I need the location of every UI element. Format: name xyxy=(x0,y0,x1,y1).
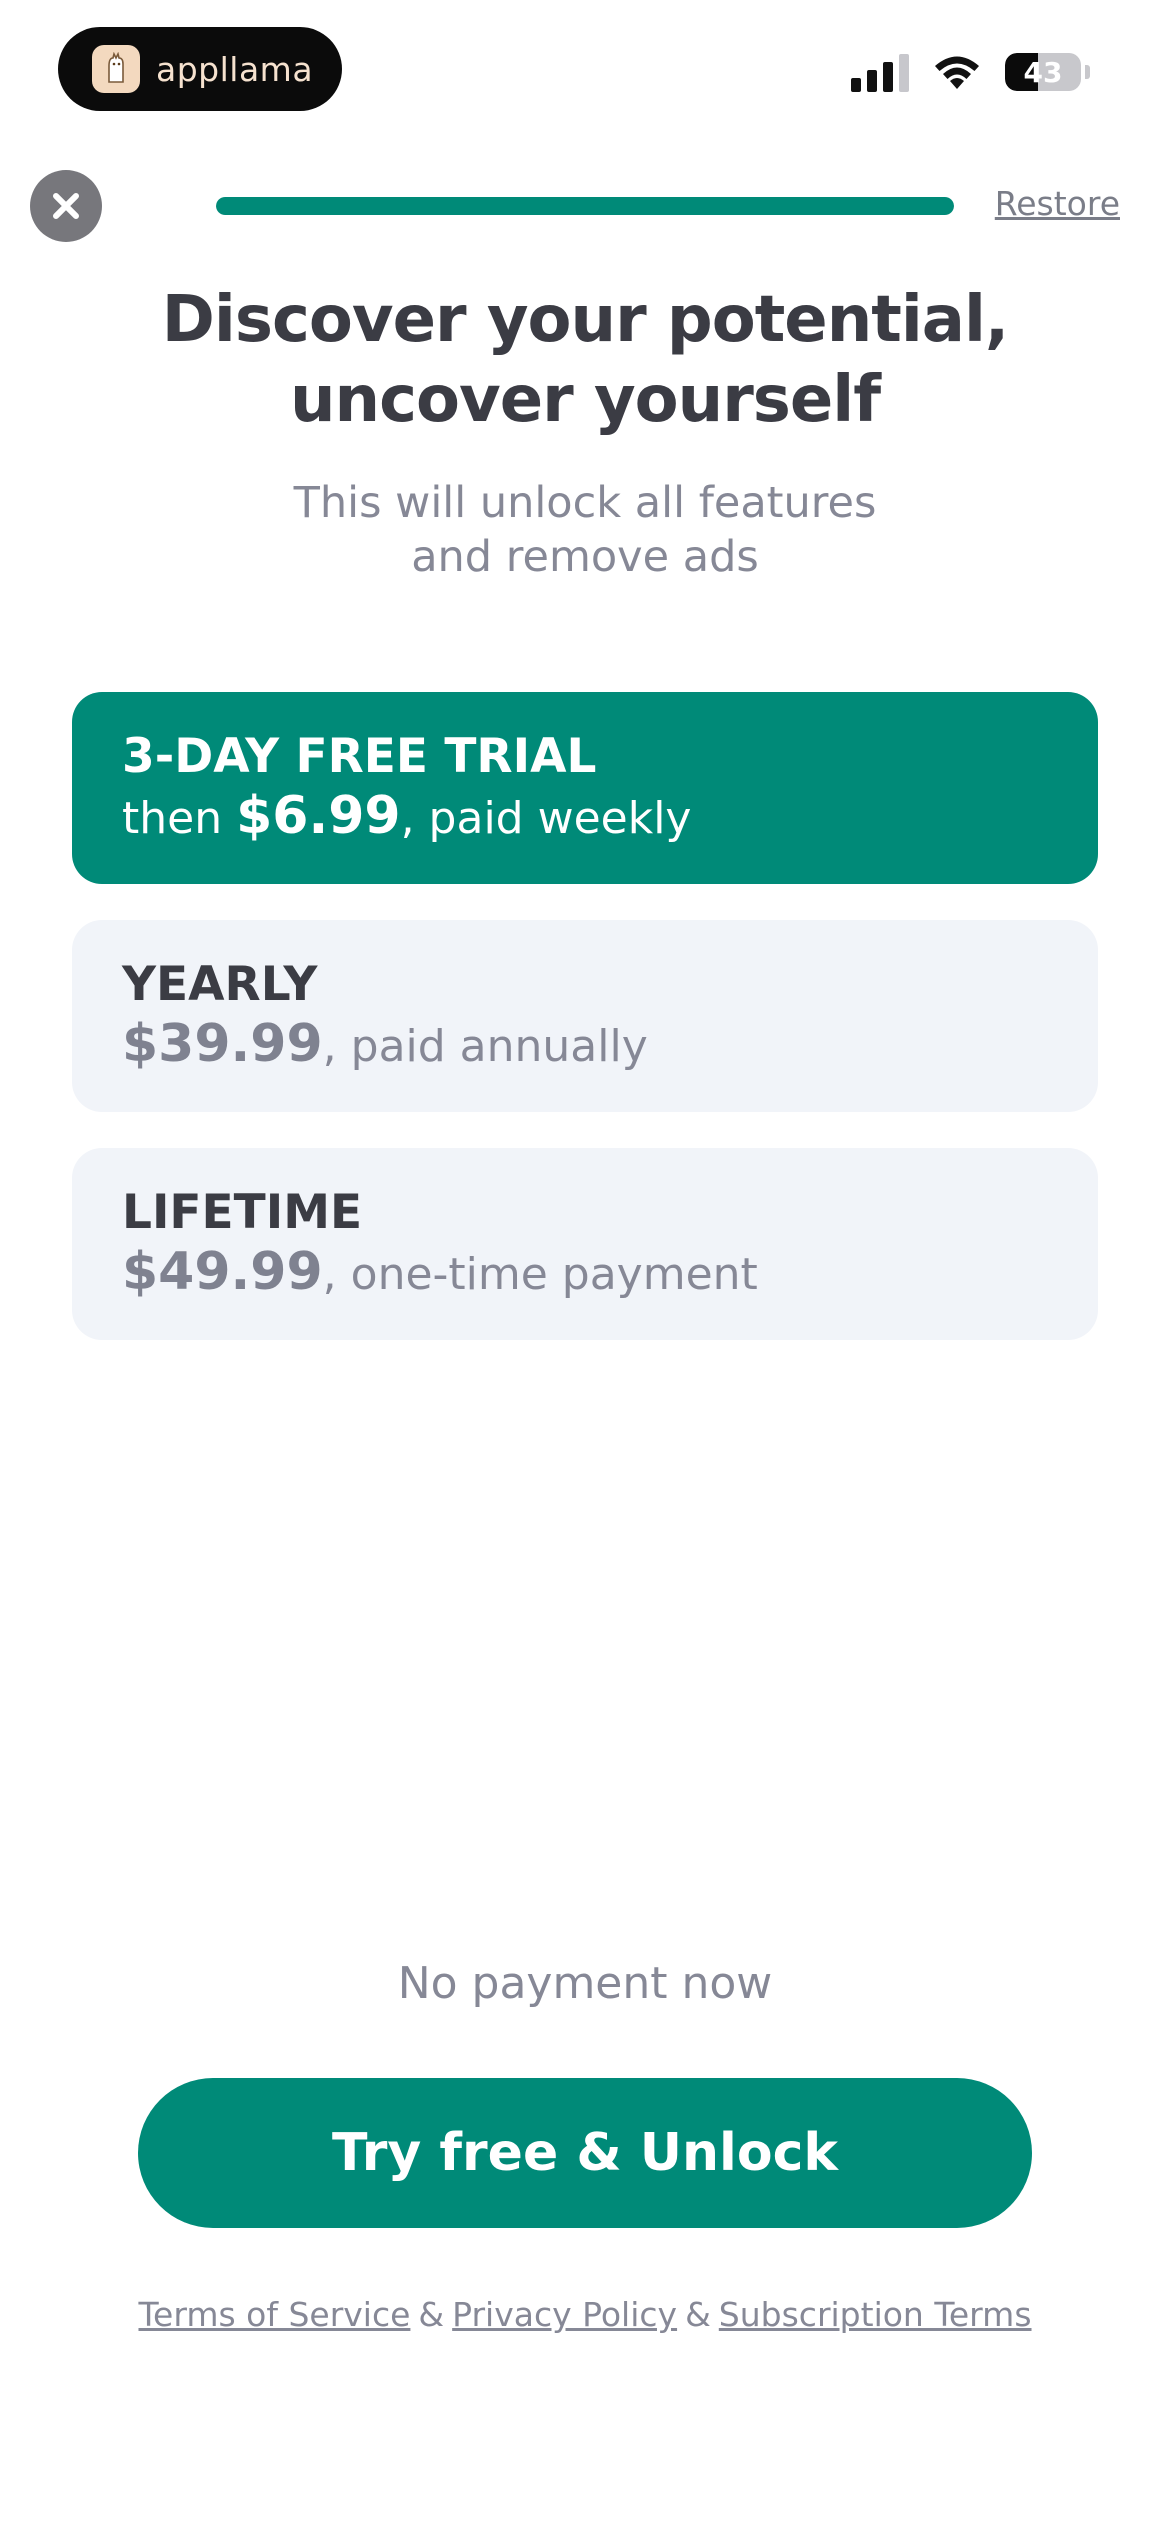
plan-price-line: then $6.99, paid weekly xyxy=(122,786,1098,849)
restore-link[interactable]: Restore xyxy=(995,184,1120,223)
try-free-unlock-button[interactable]: Try free & Unlock xyxy=(138,2078,1032,2228)
wifi-icon xyxy=(935,56,979,89)
plan-title: YEARLY xyxy=(122,957,318,1012)
plan-title: 3-DAY FREE TRIAL xyxy=(122,729,597,784)
plan-price-suffix: , paid weekly xyxy=(400,793,692,844)
page-subtitle-line-2: and remove ads xyxy=(411,532,759,582)
signal-icon xyxy=(851,52,909,92)
plan-price: $49.99 xyxy=(122,1242,323,1302)
plan-price: $6.99 xyxy=(236,786,401,846)
close-icon xyxy=(53,193,79,219)
battery-icon: 43 xyxy=(1005,53,1081,91)
battery-level: 43 xyxy=(1023,55,1063,89)
plan-price-prefix: then xyxy=(122,793,237,844)
plan-option-yearly[interactable]: YEARLY $39.99, paid annually xyxy=(72,920,1098,1112)
plan-price: $39.99 xyxy=(122,1014,323,1074)
legal-separator: & xyxy=(685,2295,711,2334)
status-bar: appllama 43 xyxy=(0,0,1170,150)
progress-bar xyxy=(216,197,954,215)
plan-price-suffix: , one-time payment xyxy=(322,1249,758,1300)
page-title: Discover your potential, uncover yoursel… xyxy=(0,280,1170,440)
battery-nub xyxy=(1085,65,1090,79)
page-title-line-1: Discover your potential, xyxy=(161,283,1009,357)
close-button[interactable] xyxy=(30,170,102,242)
plan-price-line: $49.99, one-time payment xyxy=(122,1242,1098,1305)
plan-option-trial[interactable]: 3-DAY FREE TRIAL then $6.99, paid weekly xyxy=(72,692,1098,884)
plan-price-suffix: , paid annually xyxy=(322,1021,648,1072)
status-icons: 43 xyxy=(851,52,1090,92)
subscription-terms-link[interactable]: Subscription Terms xyxy=(719,2295,1032,2334)
page-subtitle: This will unlock all features and remove… xyxy=(0,476,1170,584)
app-pill[interactable]: appllama xyxy=(58,27,342,111)
plan-title: LIFETIME xyxy=(122,1185,363,1240)
progress-fill xyxy=(216,197,954,215)
no-payment-note: No payment now xyxy=(397,1958,773,2009)
app-name: appllama xyxy=(156,49,314,89)
plan-option-lifetime[interactable]: LIFETIME $49.99, one-time payment xyxy=(72,1148,1098,1340)
plan-price-line: $39.99, paid annually xyxy=(122,1014,1098,1077)
privacy-policy-link[interactable]: Privacy Policy xyxy=(452,2295,677,2334)
terms-of-service-link[interactable]: Terms of Service xyxy=(138,2295,410,2334)
page-subtitle-line-1: This will unlock all features xyxy=(293,478,877,528)
legal-links: Terms of Service & Privacy Policy & Subscrip… xyxy=(0,2295,1170,2334)
app-logo-icon xyxy=(92,45,140,93)
page-title-line-2: uncover yourself xyxy=(289,363,881,437)
legal-separator: & xyxy=(418,2295,445,2334)
